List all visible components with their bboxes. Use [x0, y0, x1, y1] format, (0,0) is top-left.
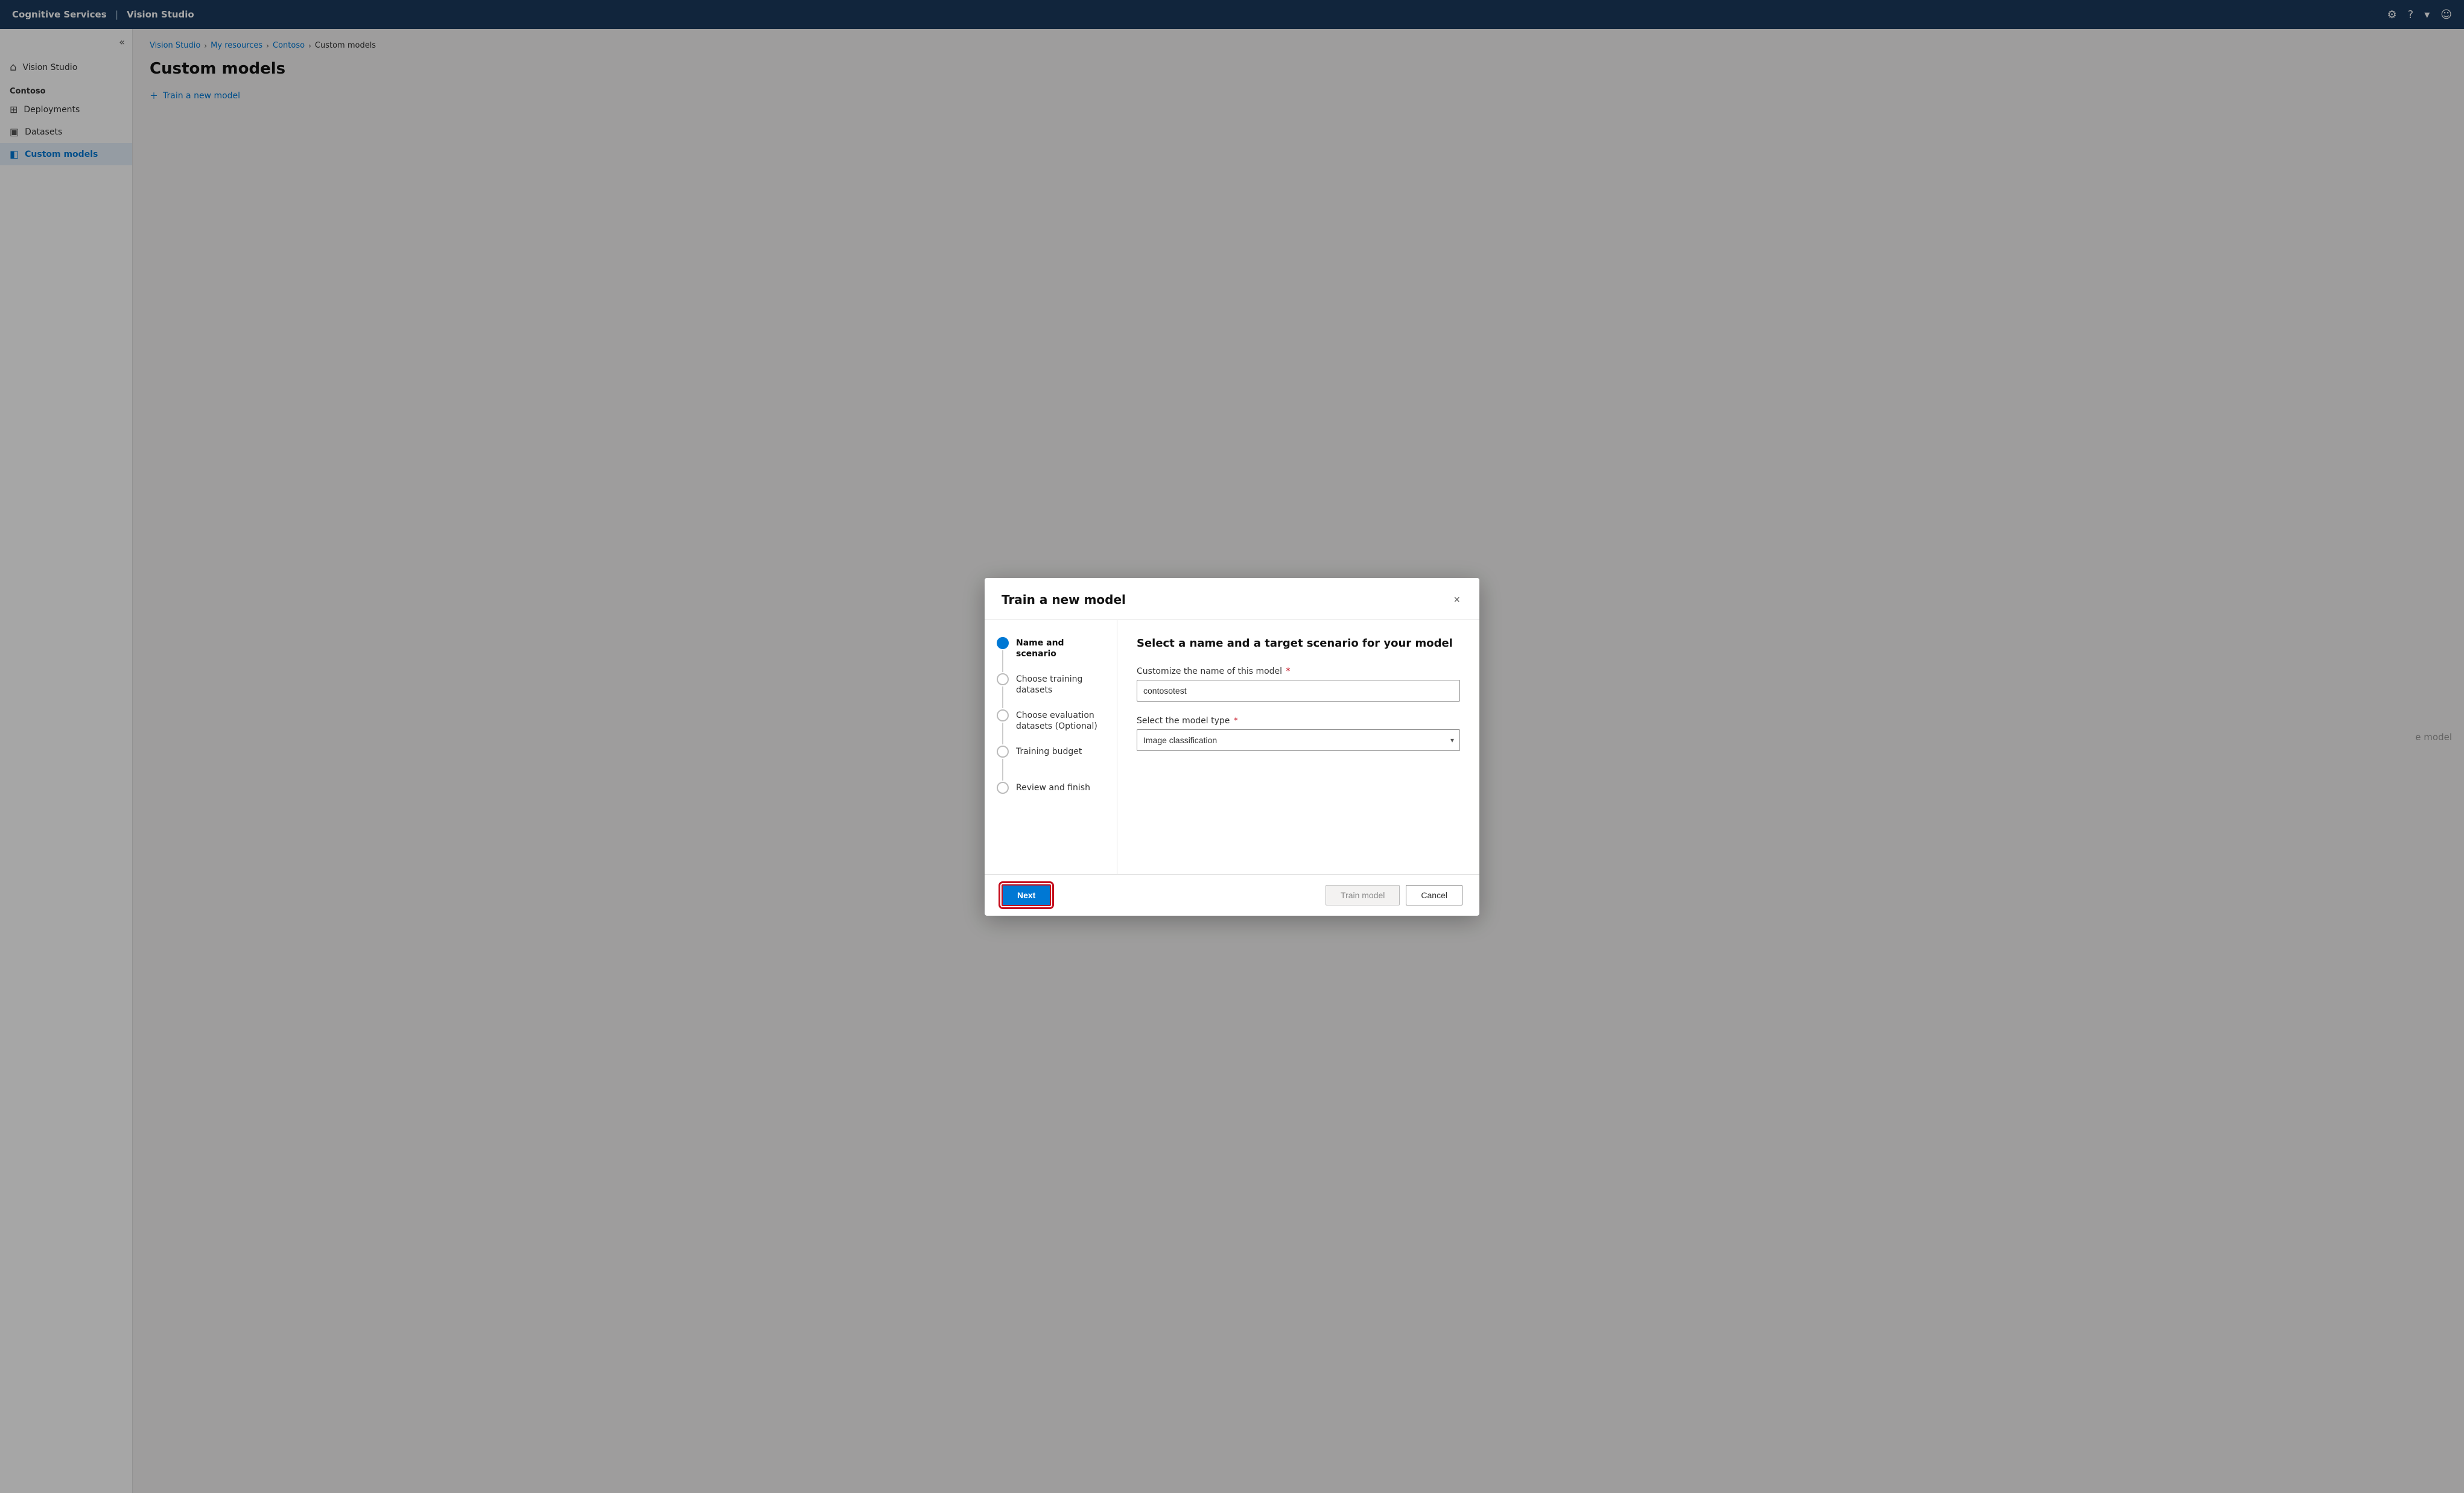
modal-footer: Next Train model Cancel — [985, 874, 1479, 916]
modal-close-button[interactable]: × — [1451, 591, 1462, 609]
model-type-select[interactable]: Image classification Object detection — [1137, 729, 1460, 751]
steps-panel: Name and scenario Choose training datase… — [985, 620, 1117, 874]
model-name-group: Customize the name of this model * — [1137, 667, 1460, 702]
step-5-indicator-col — [997, 782, 1009, 794]
model-type-select-wrapper: Image classification Object detection ▾ — [1137, 729, 1460, 751]
form-panel: Select a name and a target scenario for … — [1117, 620, 1479, 874]
step-1-indicator-col — [997, 637, 1009, 673]
step-training-datasets: Choose training datasets — [997, 673, 1105, 709]
step-eval-datasets: Choose evaluation datasets (Optional) — [997, 709, 1105, 746]
model-type-group: Select the model type * Image classifica… — [1137, 716, 1460, 751]
step-2-indicator-col — [997, 673, 1009, 709]
step-4-connector — [1002, 759, 1003, 781]
step-2-circle — [997, 673, 1009, 685]
cancel-button[interactable]: Cancel — [1406, 885, 1462, 905]
step-3-label: Choose evaluation datasets (Optional) — [1016, 709, 1105, 732]
model-type-label: Select the model type * — [1137, 716, 1460, 726]
modal-title: Train a new model — [1002, 592, 1126, 607]
step-4-circle — [997, 746, 1009, 758]
step-4-label: Training budget — [1016, 746, 1082, 757]
step-4-indicator-col — [997, 746, 1009, 782]
type-required-star: * — [1231, 716, 1237, 726]
name-required-star: * — [1283, 667, 1290, 676]
step-name-scenario: Name and scenario — [997, 637, 1105, 673]
form-section-title: Select a name and a target scenario for … — [1137, 637, 1460, 650]
step-training-budget: Training budget — [997, 746, 1105, 782]
model-name-input[interactable] — [1137, 680, 1460, 702]
modal-body: Name and scenario Choose training datase… — [985, 620, 1479, 874]
modal-header: Train a new model × — [985, 578, 1479, 620]
step-review-finish: Review and finish — [997, 782, 1105, 794]
train-model-button: Train model — [1326, 885, 1400, 905]
step-3-indicator-col — [997, 709, 1009, 746]
next-button[interactable]: Next — [1002, 884, 1051, 906]
step-5-circle — [997, 782, 1009, 794]
step-1-label: Name and scenario — [1016, 637, 1105, 659]
step-3-circle — [997, 709, 1009, 721]
step-1-circle — [997, 637, 1009, 649]
step-2-connector — [1002, 686, 1003, 708]
model-name-label: Customize the name of this model * — [1137, 667, 1460, 676]
step-3-connector — [1002, 723, 1003, 744]
step-2-label: Choose training datasets — [1016, 673, 1105, 696]
train-model-modal: Train a new model × Name and scenario — [985, 578, 1479, 916]
modal-overlay: Train a new model × Name and scenario — [0, 0, 2464, 1493]
step-1-connector — [1002, 650, 1003, 672]
step-5-label: Review and finish — [1016, 782, 1090, 793]
